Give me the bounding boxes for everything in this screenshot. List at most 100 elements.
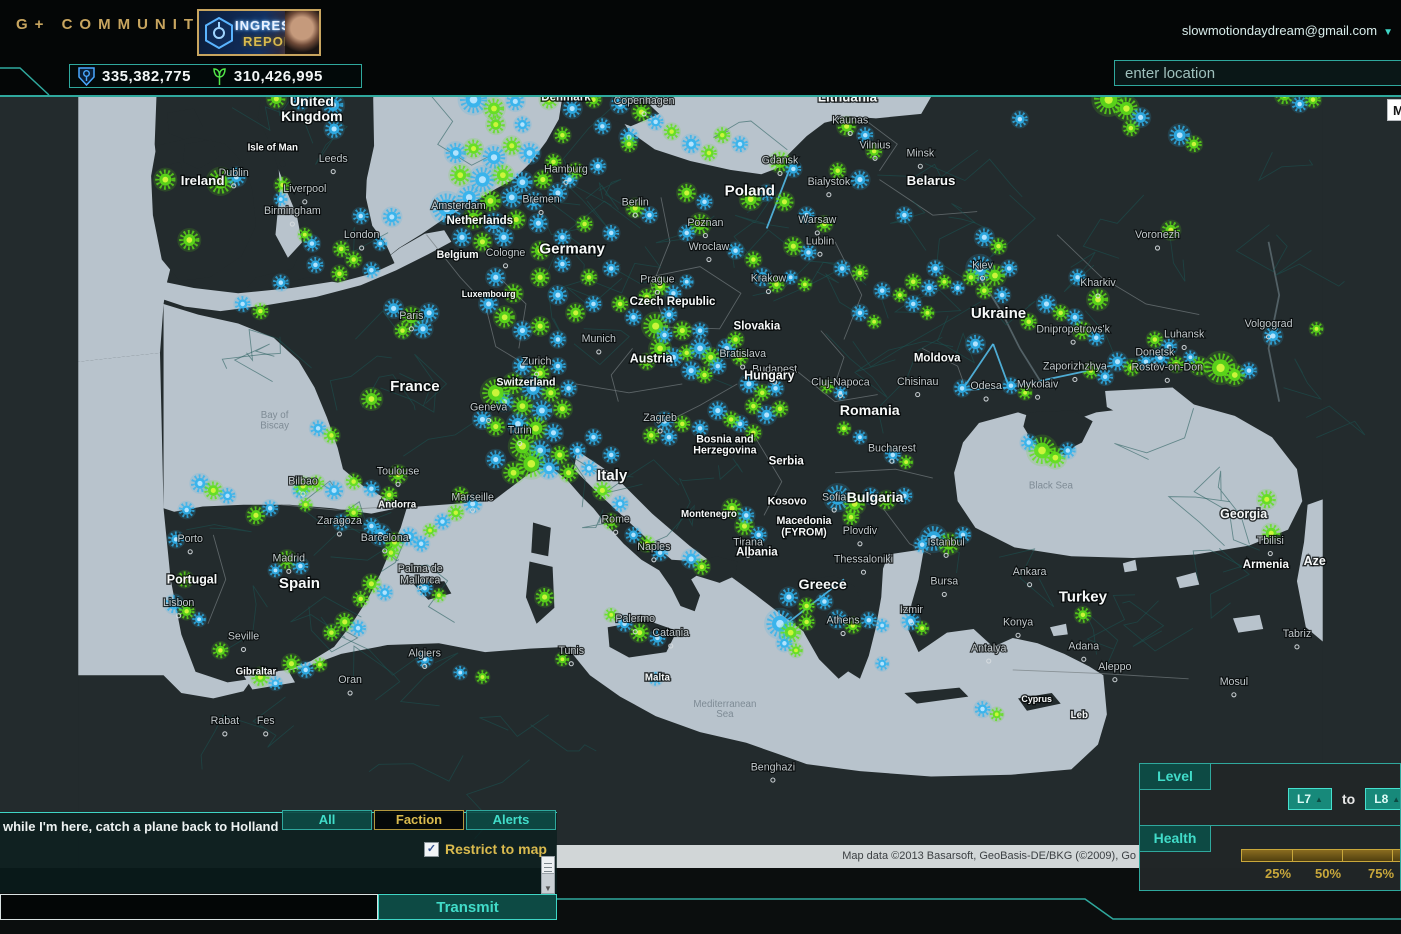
portal-cluster[interactable] [691,321,710,340]
portal-cluster[interactable] [797,276,813,292]
portal-cluster[interactable] [693,558,712,577]
portal-cluster[interactable] [904,272,923,291]
portal-cluster[interactable] [553,255,572,274]
portal-cluster[interactable] [553,126,572,145]
portal-cluster[interactable] [833,259,852,278]
comm-tab-all[interactable]: All [282,810,372,830]
portal-cluster[interactable] [1074,606,1093,625]
portal-cluster[interactable] [431,587,447,603]
portal-cluster[interactable] [528,212,549,233]
portal-cluster[interactable] [362,479,381,498]
portal-cluster[interactable] [629,622,650,643]
portal-cluster[interactable] [914,620,930,636]
portal-cluster[interactable] [898,454,914,470]
portal-cluster[interactable] [485,449,506,470]
portal-cluster[interactable] [584,428,603,447]
portal-cluster[interactable] [267,675,283,691]
portal-cluster[interactable] [874,618,890,634]
level-to-dropdown[interactable]: L8▲ [1365,788,1401,810]
portal-cluster[interactable] [500,185,524,209]
portal-cluster[interactable] [926,259,945,278]
portal-cluster[interactable] [904,295,923,314]
portal-cluster[interactable] [547,284,568,305]
portal-cluster[interactable] [261,499,280,518]
portal-cluster[interactable] [624,308,643,327]
portal-cluster[interactable] [731,135,750,154]
scrollbar-down-arrow-icon[interactable]: ▼ [542,884,554,893]
portal-cluster[interactable] [726,330,745,349]
portal-cluster[interactable] [559,379,578,398]
portal-cluster[interactable] [1000,259,1019,278]
portal-cluster[interactable] [575,215,594,234]
portal-cluster[interactable] [1058,441,1077,460]
portal-cluster[interactable] [512,320,533,341]
portal-cluster[interactable] [851,264,870,283]
portal-cluster[interactable] [815,592,834,611]
portal-cluster[interactable] [362,261,381,280]
portal-cluster[interactable] [451,227,472,248]
map-type-button[interactable]: M [1387,99,1401,121]
portal-cluster[interactable] [602,446,621,465]
portal-cluster[interactable] [513,115,532,134]
portal-cluster[interactable] [849,169,870,190]
portal-cluster[interactable] [344,472,363,491]
gplus-community-link[interactable]: G+ COMMUNITY [16,16,217,33]
comm-tab-alerts[interactable]: Alerts [466,810,556,830]
portal-cluster[interactable] [842,508,861,527]
portal-cluster[interactable] [851,304,870,323]
portal-cluster[interactable] [642,426,661,445]
location-search-input[interactable] [1114,60,1401,86]
chat-input[interactable] [0,894,378,920]
portal-cluster[interactable] [322,426,341,445]
level-from-dropdown[interactable]: L7▲ [1288,788,1332,810]
comm-tab-faction[interactable]: Faction [374,810,464,830]
portal-cluster[interactable] [530,316,551,337]
portal-cluster[interactable] [1309,321,1325,337]
portal-cluster[interactable] [375,583,394,602]
portal-cluster[interactable] [233,295,252,314]
portal-cluster[interactable] [452,665,468,681]
portal-cluster[interactable] [679,274,695,290]
portal-cluster[interactable] [700,144,719,163]
portal-cluster[interactable] [306,256,325,275]
portal-cluster[interactable] [381,206,402,227]
portal-cluster[interactable] [676,182,697,203]
portal-cluster[interactable] [177,501,196,520]
portal-cluster[interactable] [322,623,341,642]
portal-cluster[interactable] [297,227,313,243]
portal-cluster[interactable] [695,192,714,211]
portal-cluster[interactable] [1010,110,1029,129]
portal-cluster[interactable] [271,273,290,292]
portal-cluster[interactable] [534,586,555,607]
portal-cluster[interactable] [474,669,490,685]
portal-cluster[interactable] [558,462,579,483]
portal-cluster[interactable] [251,302,270,321]
portal-cluster[interactable] [177,228,201,252]
portal-cluster[interactable] [485,416,506,437]
portal-cluster[interactable] [920,279,939,298]
portal-cluster[interactable] [797,613,816,632]
portal-cluster[interactable] [602,224,621,243]
portal-cluster[interactable] [589,157,608,176]
portal-cluster[interactable] [351,590,370,609]
portal-cluster[interactable] [774,191,795,212]
portal-cluster[interactable] [895,206,914,225]
portal-cluster[interactable] [191,611,207,627]
portal-cluster[interactable] [866,314,882,330]
portal-cluster[interactable] [1019,433,1038,452]
portal-cluster[interactable] [359,387,383,411]
portal-cluster[interactable] [552,398,573,419]
portal-cluster[interactable] [640,206,659,225]
portal-cluster[interactable] [568,441,587,460]
transmit-button[interactable]: Transmit [378,894,557,920]
portal-cluster[interactable] [722,410,741,429]
portal-cluster[interactable] [797,597,816,616]
portal-cluster[interactable] [580,459,599,478]
portal-cluster[interactable] [565,302,586,323]
portal-cluster[interactable] [1122,119,1141,138]
portal-cluster[interactable] [646,113,665,132]
portal-cluster[interactable] [778,586,799,607]
portal-cluster[interactable] [485,114,506,135]
portal-cluster[interactable] [330,264,349,283]
portal-cluster[interactable] [662,122,681,141]
